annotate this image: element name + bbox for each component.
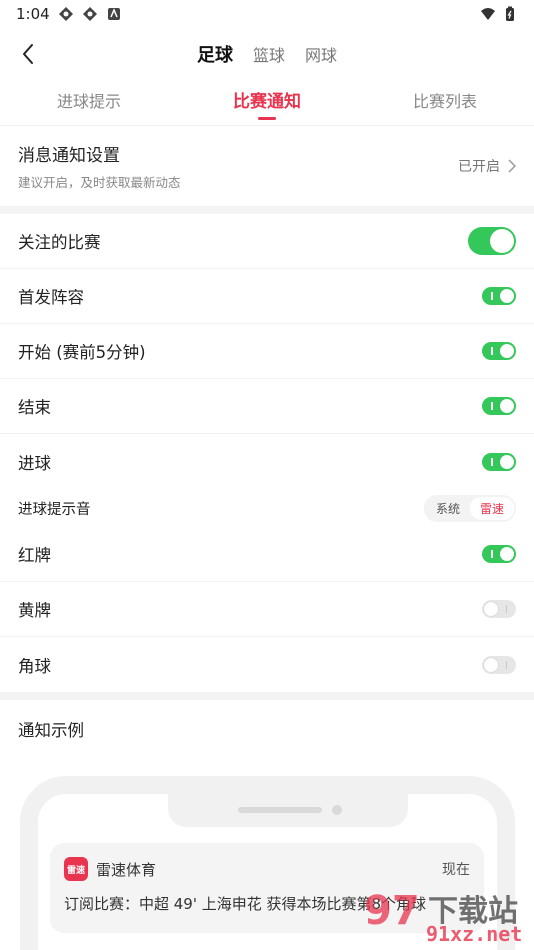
sound-option-system[interactable]: 系统: [426, 497, 470, 520]
phone-notch: [168, 793, 408, 827]
match-start-toggle[interactable]: [482, 342, 516, 360]
row-yellow-card: 黄牌: [0, 582, 534, 637]
row-label: 首发阵容: [18, 288, 84, 307]
notification-icon-2: [82, 7, 97, 21]
row-red-card: 红牌: [0, 527, 534, 582]
app-notification-icon: [107, 8, 120, 20]
row-label: 关注的比赛: [18, 233, 101, 252]
row-label: 角球: [18, 656, 51, 676]
battery-icon: [506, 6, 514, 21]
section-divider: [0, 692, 534, 700]
sport-tabs: 足球 篮球 网球: [197, 41, 337, 67]
notification-settings-row[interactable]: 消息通知设置 建议开启，及时获取最新动态 已开启: [0, 126, 534, 206]
sport-tab-tennis[interactable]: 网球: [305, 42, 337, 66]
watermark: 97 下载站 91xz.net: [364, 884, 532, 950]
yellow-card-toggle[interactable]: [482, 600, 516, 618]
row-label: 结束: [18, 398, 51, 417]
notification-time: 现在: [442, 862, 470, 878]
followed-matches-toggle[interactable]: [468, 227, 516, 255]
example-title: 通知示例: [18, 721, 84, 740]
app-icon: 雷速: [64, 857, 88, 881]
status-bar: 1:04: [0, 0, 534, 28]
speaker-bar: [238, 807, 322, 813]
row-starting-lineup: 首发阵容: [0, 269, 534, 324]
red-card-toggle[interactable]: [482, 545, 516, 563]
row-match-end: 结束: [0, 379, 534, 434]
row-label: 进球提示音: [18, 501, 91, 518]
match-end-toggle[interactable]: [482, 397, 516, 415]
starting-lineup-toggle[interactable]: [482, 287, 516, 305]
row-label: 黄牌: [18, 601, 51, 620]
status-time: 1:04: [16, 5, 50, 23]
watermark-number: 97: [364, 888, 420, 934]
sound-option-leisu[interactable]: 雷速: [469, 496, 514, 520]
row-goal-sound: 进球提示音 系统 雷速: [0, 489, 534, 527]
sub-tabs: 进球提示 比赛通知 比赛列表: [0, 80, 534, 126]
row-followed-matches: 关注的比赛: [0, 214, 534, 269]
tab-match-notifications[interactable]: 比赛通知: [178, 80, 356, 126]
notification-settings-value: 已开启: [458, 159, 500, 175]
row-label: 开始 (赛前5分钟): [18, 343, 146, 362]
goal-toggle[interactable]: [482, 452, 516, 471]
top-nav: 足球 篮球 网球: [0, 28, 534, 80]
section-divider: [0, 206, 534, 214]
chevron-right-icon: [508, 159, 516, 173]
sport-tab-football[interactable]: 足球: [197, 41, 233, 67]
wifi-icon: [481, 8, 495, 20]
watermark-url: 91xz.net: [426, 922, 523, 946]
tab-match-list[interactable]: 比赛列表: [356, 80, 534, 126]
corner-toggle[interactable]: [482, 655, 516, 674]
notification-icon: [58, 7, 73, 21]
back-arrow-icon: [23, 44, 33, 64]
row-label: 进球: [18, 453, 51, 473]
app-name: 雷速体育: [96, 860, 157, 879]
camera-dot: [332, 805, 342, 815]
row-corner: 角球: [0, 637, 534, 692]
goal-sound-selector: 系统 雷速: [423, 494, 516, 522]
row-label: 红牌: [18, 546, 51, 565]
back-button[interactable]: [14, 40, 42, 68]
tab-goal-alerts[interactable]: 进球提示: [0, 80, 178, 126]
row-match-start: 开始 (赛前5分钟): [0, 324, 534, 379]
row-goal: 进球: [0, 434, 534, 489]
notification-settings-title: 消息通知设置: [18, 146, 120, 166]
sport-tab-basketball[interactable]: 篮球: [253, 42, 285, 66]
notification-settings-subtitle: 建议开启，及时获取最新动态: [18, 175, 181, 190]
